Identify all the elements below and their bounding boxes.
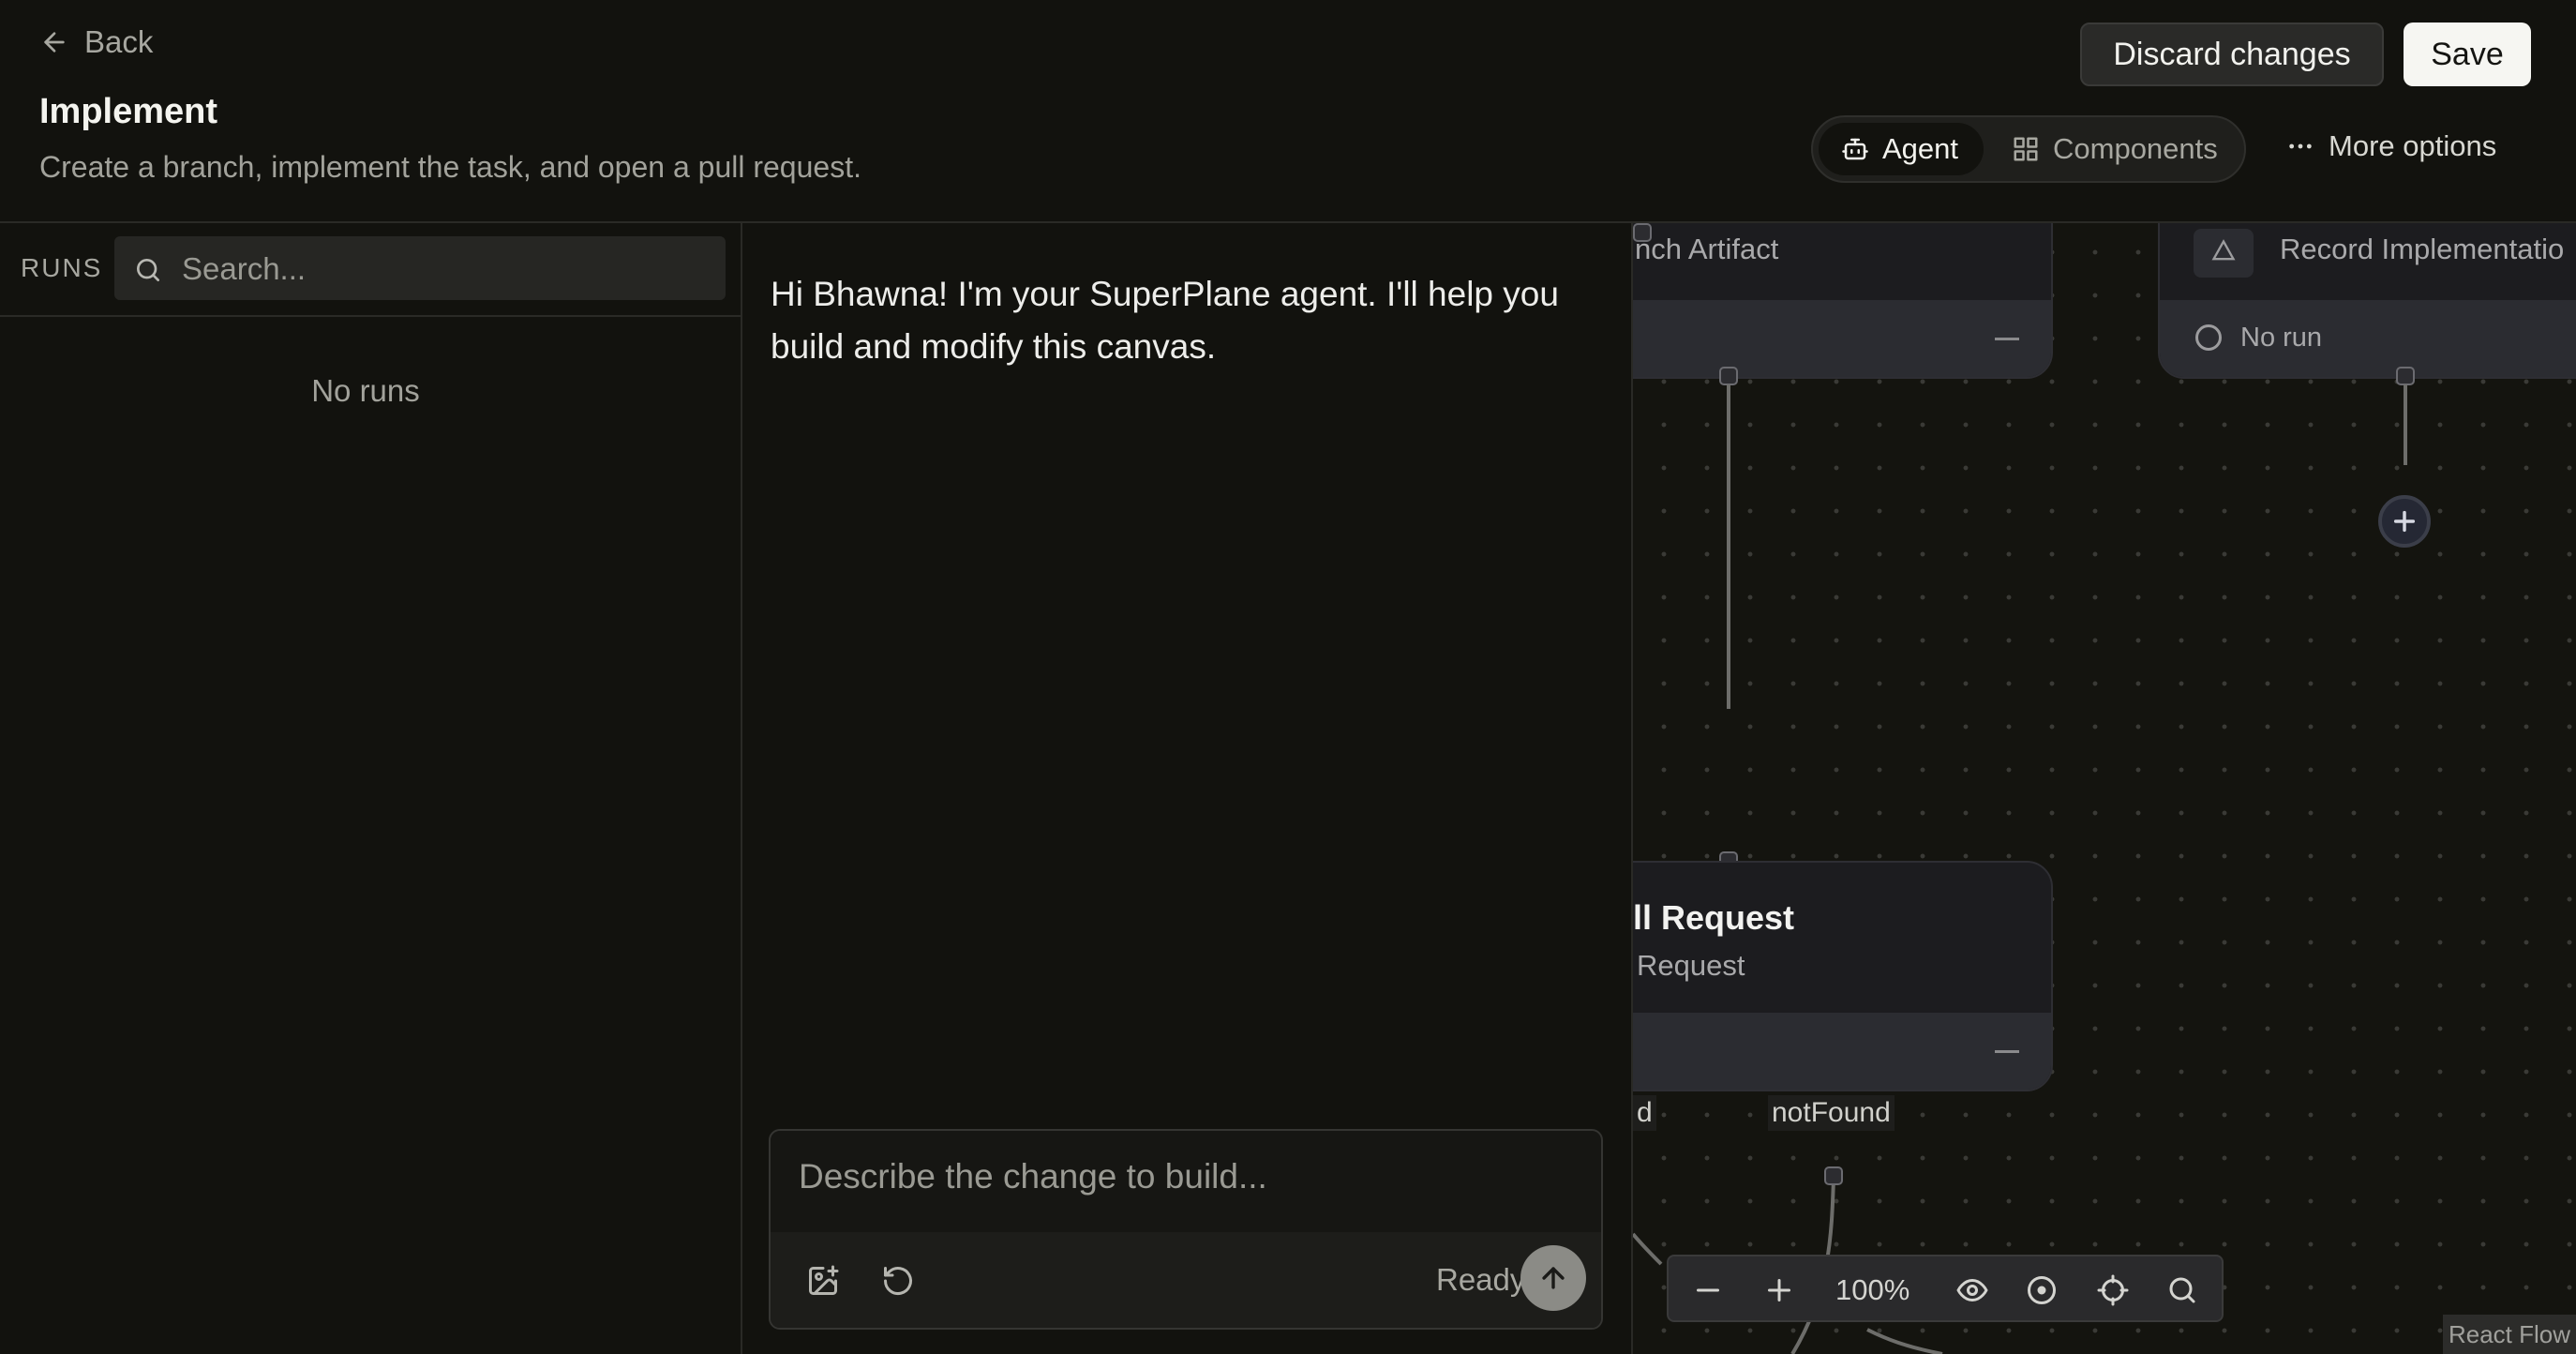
ellipsis-icon <box>2289 143 2312 149</box>
edge-curve-2 <box>1633 1232 1663 1266</box>
arrow-up-icon <box>1542 1267 1565 1289</box>
canvas-edges <box>1633 1177 1943 1354</box>
node-status: No run <box>2240 323 2323 353</box>
runs-header: RUNS <box>0 223 741 317</box>
zoom-level: 100% <box>1835 1273 1910 1306</box>
agent-composer: Ready <box>769 1129 1603 1330</box>
search-icon <box>137 259 159 281</box>
node-title: ll Request <box>1633 898 1795 937</box>
mode-toggle: Agent Components <box>1811 115 2246 183</box>
node-subtitle: Record Implementatio <box>2280 233 2565 265</box>
zoom-in-icon[interactable] <box>1762 1273 1796 1307</box>
attach-image-icon[interactable] <box>806 1264 840 1298</box>
node-branch-artifact[interactable]: nch Artifact <box>1633 223 2053 379</box>
node-footer <box>1633 1013 2051 1090</box>
more-options-button[interactable]: More options <box>2285 129 2496 163</box>
discard-changes-button[interactable]: Discard changes <box>2080 23 2384 86</box>
runs-search <box>114 236 726 302</box>
composer-toolbar: Ready <box>771 1232 1601 1328</box>
node-handle[interactable] <box>1719 367 1738 385</box>
zoom-out-icon[interactable] <box>1691 1273 1725 1307</box>
node-record-implementation[interactable]: Record Implementatio No run <box>2158 223 2576 379</box>
node-handle-hidden <box>1633 223 1652 242</box>
arrow-left-icon <box>44 32 65 53</box>
edge-line <box>1727 384 1730 709</box>
circle-status-icon <box>2195 324 2222 351</box>
top-header: Back Implement Create a branch, implemen… <box>0 0 2576 223</box>
back-label: Back <box>84 24 154 59</box>
back-button[interactable]: Back <box>39 24 153 60</box>
bot-icon <box>1842 138 1868 160</box>
edge-label: d <box>1633 1095 1656 1131</box>
edge-line <box>2404 384 2407 465</box>
fit-view-icon[interactable] <box>2025 1273 2059 1307</box>
tab-agent[interactable]: Agent <box>1819 123 1984 175</box>
node-footer <box>1633 300 2051 377</box>
page-title: Implement <box>39 92 218 131</box>
no-runs-text: No runs <box>311 373 420 408</box>
node-subtitle: nch Artifact <box>1635 233 1779 265</box>
edge-curve-3 <box>1866 1328 1943 1354</box>
agent-message: Hi Bhawna! I'm your SuperPlane agent. I'… <box>771 275 1559 366</box>
agent-panel: Hi Bhawna! I'm your SuperPlane agent. I'… <box>742 223 1633 1354</box>
edge-label: notFound <box>1768 1095 1895 1131</box>
reset-icon[interactable] <box>881 1264 915 1298</box>
agent-status: Ready <box>1436 1262 1526 1297</box>
react-flow-attribution[interactable]: React Flow <box>2443 1315 2576 1354</box>
search-icon[interactable] <box>2165 1273 2199 1307</box>
node-collapse-icon[interactable] <box>1995 338 2019 340</box>
node-subtitle: Request <box>1637 949 1745 982</box>
locate-icon[interactable] <box>2096 1273 2130 1307</box>
node-pull-request[interactable]: ll Request Request <box>1633 861 2053 1091</box>
tab-components-label: Components <box>2053 132 2218 165</box>
components-icon <box>2014 137 2038 161</box>
eye-icon[interactable] <box>1955 1273 1989 1307</box>
plus-icon <box>2393 510 2416 533</box>
workflow-canvas[interactable]: nch Artifact Record Implementatio No run… <box>1633 223 2576 1354</box>
tab-components[interactable]: Components <box>1989 123 2240 175</box>
save-button[interactable]: Save <box>2404 23 2531 86</box>
runs-panel: RUNS No runs <box>0 223 742 1354</box>
page-subtitle: Create a branch, implement the task, and… <box>39 150 861 184</box>
runs-search-input[interactable] <box>180 236 709 302</box>
runs-label: RUNS <box>21 253 103 282</box>
node-footer: No run <box>2160 300 2576 377</box>
node-type-icon <box>2194 229 2254 278</box>
zoom-controls: 100% <box>1667 1255 2224 1322</box>
composer-input[interactable] <box>771 1131 1601 1232</box>
node-collapse-icon[interactable] <box>1995 1050 2019 1053</box>
node-handle[interactable] <box>1824 1166 1843 1185</box>
add-node-button[interactable] <box>2378 495 2431 548</box>
tab-agent-label: Agent <box>1882 132 1959 165</box>
send-button[interactable] <box>1520 1245 1586 1311</box>
more-options-label: More options <box>2329 129 2497 162</box>
node-handle[interactable] <box>2396 367 2415 385</box>
